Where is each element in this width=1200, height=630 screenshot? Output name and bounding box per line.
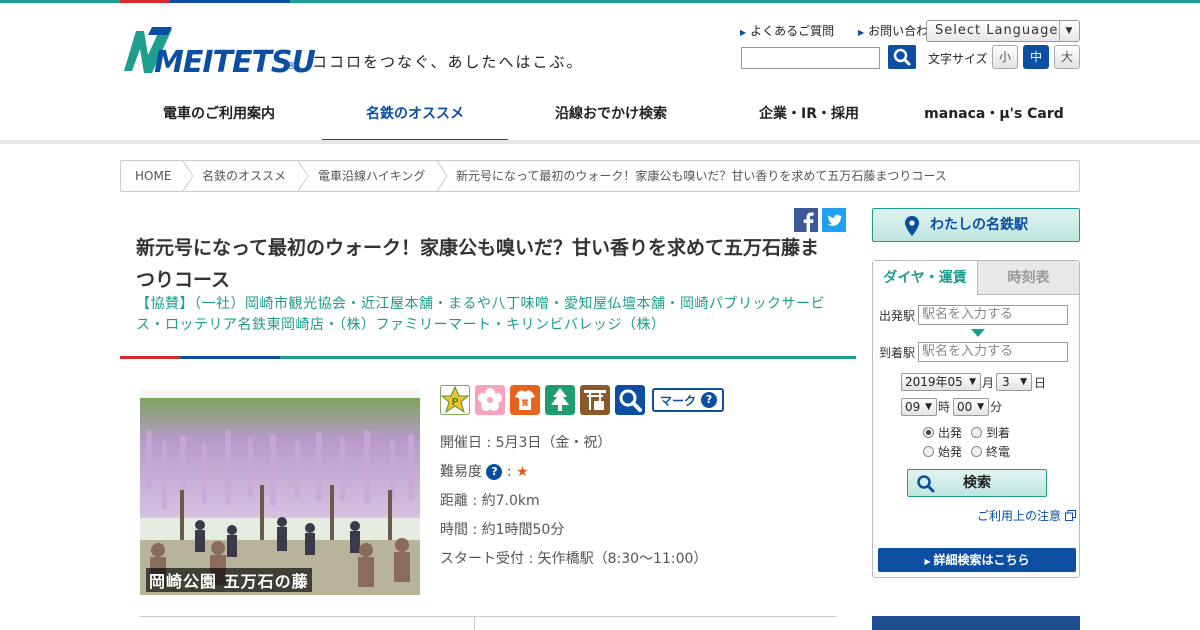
breadcrumb-current: 新元号になって最初のウォーク！家康公も嗅いだ？甘い香りを求めて五万石藤まつりコー… [456,169,947,183]
site-search-input[interactable] [741,47,880,69]
route-search-widget: ダイヤ・運賃 時刻表 出発駅 駅名を入力する 到着駅 駅名を入力する 2019年… [872,260,1080,578]
dropdown-arrow-icon: ▼ [1059,21,1079,41]
minute-select[interactable]: 00 ▼ [953,398,989,416]
fontsize-medium-button[interactable]: 中 [1023,45,1049,69]
swap-down-arrow-icon [971,329,985,337]
tree-icon [545,385,575,415]
difficulty-help-icon[interactable]: ? [486,464,503,480]
difficulty-star-icon: ★ [516,464,529,480]
twitter-icon[interactable] [822,208,846,232]
day-select[interactable]: 3 ▼ [996,373,1032,391]
from-station-label: 出発駅 [879,309,916,323]
flower-icon [475,385,505,415]
svg-text:賞: 賞 [522,398,529,407]
year-month-select[interactable]: 2019年05 ▼ [901,373,981,391]
sponsor-text: 【協賛】（一社）岡崎市観光協会・近江屋本舗・まるや八丁味噌・愛知屋仏壇本舗・岡崎… [136,296,825,333]
arrow-right-icon: ▶ [740,28,747,37]
radio-selected-icon [923,427,934,438]
map-pin-icon [905,216,919,236]
radio-empty-icon [971,427,982,438]
breadcrumb-home[interactable]: HOME [135,161,171,191]
month-unit: 月 [982,376,995,390]
tagline: ココロをつなぐ、あしたへはこぶ。 [312,53,584,71]
tab-timetable-fare[interactable]: ダイヤ・運賃 [873,261,977,295]
site-search-button[interactable] [888,45,916,69]
detailed-search-link[interactable]: ▶ 詳細検索はこちら [878,548,1076,572]
nav-item-corporate[interactable]: 企業・IR・採用 [714,92,904,144]
photo-caption: 岡崎公園 五万石の藤 [146,568,312,592]
radio-departure[interactable]: 出発 [923,424,962,441]
meitetsu-logo[interactable]: MEITETSU ® [122,25,316,80]
radio-empty-icon [971,446,982,457]
to-station-label: 到着駅 [879,346,916,360]
radio-last-train[interactable]: 終電 [971,443,1010,460]
registered-mark: ® [286,61,296,72]
radio-arrival[interactable]: 到着 [971,424,1010,441]
external-window-icon [1064,510,1076,521]
title-divider [120,356,856,359]
wisteria-photo-image [140,390,420,595]
usage-notes-link[interactable]: ご利用上の注意 [977,507,1076,524]
select-arrow-icon: ▼ [977,402,984,412]
route-search-button[interactable]: 検索 [907,469,1047,497]
to-station-input[interactable]: 駅名を入力する [918,342,1068,362]
breadcrumb-separator-icon [436,161,448,191]
fontsize-small-button[interactable]: 小 [992,45,1018,69]
hour-unit: 時 [938,400,951,414]
my-station-button[interactable]: わたしの名鉄駅 [872,208,1080,242]
mark-help-button[interactable]: マーク ? [652,388,724,412]
nav-item-manaca[interactable]: manaca・μ's Card [908,92,1080,144]
arrow-right-icon: ▶ [858,28,865,37]
global-nav: 電車のご利用案内 名鉄のオススメ 沿線おでかけ検索 企業・IR・採用 manac… [120,92,1080,144]
search-icon [893,48,911,66]
radio-empty-icon [923,446,934,457]
select-arrow-icon: ▼ [925,402,932,412]
breadcrumb: HOME 名鉄のオススメ 電車沿線ハイキング 新元号になって最初のウォーク！家康… [120,160,1080,192]
site-header: MEITETSU ® ココロをつなぐ、あしたへはこぶ。 ▶ よくあるご質問 ▶ お問… [0,3,1200,93]
search-icon [917,475,935,493]
time-text: 時間 : 約1時間50分 [440,522,565,538]
wisteria-photo: 岡崎公園 五万石の藤 [140,390,420,595]
radio-first-train[interactable]: 始発 [923,443,962,460]
table-top-border [140,616,836,617]
parking-star-icon: P [440,385,470,415]
fontsize-label: 文字サイズ [928,52,988,66]
minute-unit: 分 [990,400,1003,414]
question-icon: ? [701,392,717,408]
table-column-divider [474,617,475,630]
from-station-input[interactable]: 駅名を入力する [918,305,1068,325]
breadcrumb-hiking[interactable]: 電車沿線ハイキング [318,161,425,191]
nav-item-train-guide[interactable]: 電車のご利用案内 [120,92,318,144]
hour-select[interactable]: 09 ▼ [901,398,937,416]
tab-timetable[interactable]: 時刻表 [977,261,1079,295]
select-arrow-icon: ▼ [1020,377,1027,387]
distance-text: 距離 : 約7.0km [440,493,540,509]
event-date: 開催日 : 5月3日（金・祝） [440,435,612,451]
breadcrumb-separator-icon [297,161,309,191]
gift-shirt-icon: 賞 [510,385,540,415]
shrine-icon [580,385,610,415]
page-title: 新元号になって最初のウォーク！家康公も嗅いだ？甘い香りを求めて五万石藤まつりコー… [136,237,820,291]
day-unit: 日 [1034,376,1047,390]
breadcrumb-separator-icon [182,161,194,191]
faq-link[interactable]: ▶ よくあるご質問 [740,24,844,38]
svg-text:P: P [451,397,458,408]
search-magnifier-icon [615,385,645,415]
nav-item-outing-search[interactable]: 沿線おでかけ検索 [512,92,710,144]
breadcrumb-recommend[interactable]: 名鉄のオススメ [202,161,286,191]
select-arrow-icon: ▼ [969,377,976,387]
sidebar-next-box [872,616,1080,630]
language-select[interactable]: Select Language ▼ [926,20,1080,42]
start-reception-text: スタート受付 : 矢作橋駅（8:30～11:00） [440,551,708,567]
fontsize-large-button[interactable]: 大 [1054,45,1080,69]
difficulty-row: 難易度 ? : ★ [440,464,529,480]
nav-underline [0,140,1200,144]
nav-item-recommend[interactable]: 名鉄のオススメ [322,92,508,144]
facebook-icon[interactable] [794,208,818,232]
